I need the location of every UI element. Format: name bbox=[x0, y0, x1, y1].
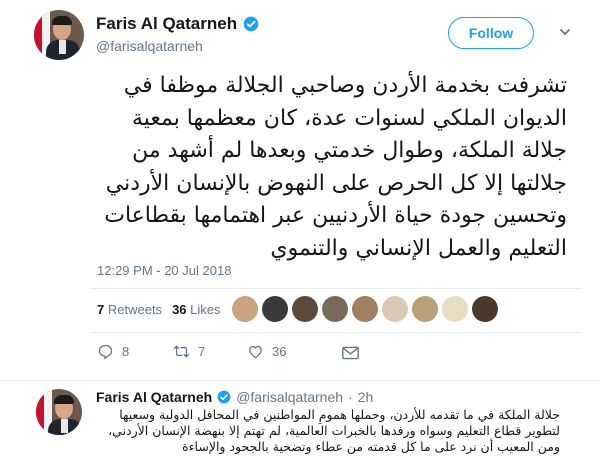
reply-tweet[interactable]: Faris Al Qatarneh @farisalqatarneh · 2h … bbox=[0, 381, 600, 472]
likes-stat[interactable]: 36 Likes bbox=[172, 302, 220, 317]
verified-badge-icon bbox=[217, 390, 231, 404]
reply-author-name[interactable]: Faris Al Qatarneh bbox=[96, 389, 212, 405]
tweet-text: تشرفت بخدمة الأردن وصاحبي الجلالة موظفا … bbox=[104, 73, 567, 261]
retweet-count: 7 bbox=[198, 344, 206, 359]
tweet-actions: 8 7 36 bbox=[97, 343, 327, 360]
author-handle[interactable]: @farisalqatarneh bbox=[96, 38, 203, 54]
reply-dot: · bbox=[348, 389, 353, 405]
retweet-action[interactable]: 7 bbox=[173, 343, 247, 360]
retweet-icon bbox=[173, 345, 190, 358]
likes-label: Likes bbox=[190, 302, 221, 317]
divider bbox=[90, 288, 582, 289]
liker-avatar[interactable] bbox=[472, 296, 498, 322]
tweet-stats: 7 Retweets 36 Likes bbox=[97, 302, 221, 317]
liker-avatar[interactable] bbox=[322, 296, 348, 322]
reply-time[interactable]: 2h bbox=[358, 389, 374, 405]
main-tweet: Faris Al Qatarneh @farisalqatarneh Follo… bbox=[0, 0, 600, 380]
liker-avatar[interactable] bbox=[442, 296, 468, 322]
liker-avatar[interactable] bbox=[292, 296, 318, 322]
author-name-row: Faris Al Qatarneh bbox=[96, 14, 259, 34]
liker-avatar[interactable] bbox=[382, 296, 408, 322]
reply-count: 8 bbox=[122, 344, 130, 359]
author-name[interactable]: Faris Al Qatarneh bbox=[96, 14, 237, 34]
reply-avatar[interactable] bbox=[36, 389, 82, 435]
divider bbox=[90, 332, 582, 333]
avatar[interactable] bbox=[34, 10, 84, 60]
chevron-down-icon[interactable] bbox=[559, 26, 571, 38]
likes-count: 36 bbox=[172, 302, 187, 317]
like-count: 36 bbox=[272, 344, 287, 359]
heart-icon bbox=[249, 345, 262, 359]
liker-avatars bbox=[232, 296, 498, 322]
retweets-label: Retweets bbox=[107, 302, 163, 317]
reply-icon bbox=[98, 344, 113, 360]
verified-badge-icon bbox=[243, 16, 259, 32]
liker-avatar[interactable] bbox=[352, 296, 378, 322]
reply-header: Faris Al Qatarneh @farisalqatarneh · 2h bbox=[96, 389, 373, 405]
follow-button[interactable]: Follow bbox=[448, 17, 534, 49]
reply-text: جلالة الملكة في ما تقدمه للأردن، وحملها … bbox=[108, 407, 560, 454]
retweets-count: 7 bbox=[97, 302, 105, 317]
reply-author-handle[interactable]: @farisalqatarneh bbox=[236, 389, 343, 405]
tweet-timestamp[interactable]: 12:29 PM - 20 Jul 2018 bbox=[97, 263, 231, 278]
mail-icon[interactable] bbox=[342, 346, 359, 360]
reply-action[interactable]: 8 bbox=[97, 343, 173, 360]
liker-avatar[interactable] bbox=[232, 296, 258, 322]
like-action[interactable]: 36 bbox=[247, 343, 327, 360]
liker-avatar[interactable] bbox=[262, 296, 288, 322]
retweets-stat[interactable]: 7 Retweets bbox=[97, 302, 162, 317]
liker-avatar[interactable] bbox=[412, 296, 438, 322]
